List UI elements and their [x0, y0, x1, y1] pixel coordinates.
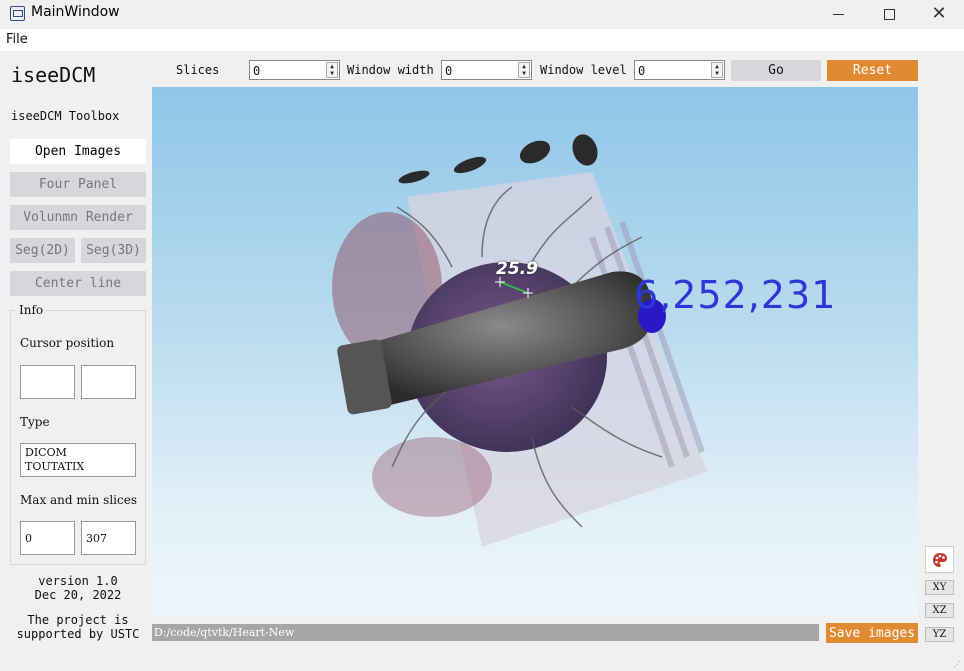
palette-icon [932, 552, 947, 567]
volume-rendering [332, 134, 707, 547]
render-viewport[interactable]: 25.9 6,252,231 [152, 87, 918, 616]
palette-button[interactable] [925, 546, 954, 573]
slices-label: Slices [176, 63, 220, 77]
maximize-button[interactable] [866, 0, 912, 28]
slices-value: 0 [253, 64, 261, 78]
title-bar: MainWindow ✕ [0, 0, 964, 28]
window-width-spinbox[interactable]: 0 ▲ ▼ [441, 60, 532, 80]
type-label: Type [20, 415, 50, 429]
maximize-icon [883, 8, 895, 20]
seg2d-button[interactable]: Seg(2D) [10, 238, 75, 263]
view-yz-button[interactable]: YZ [925, 627, 954, 642]
volume-render-button[interactable]: Volunmn Render [10, 205, 146, 230]
version-text: version 1.0 Dec 20, 2022 [34, 574, 122, 602]
center-line-button[interactable]: Center line [10, 271, 146, 296]
spin-arrows-icon[interactable]: ▲ ▼ [711, 62, 723, 78]
app-title: iseeDCM [11, 63, 96, 87]
view-xz-button[interactable]: XZ [925, 603, 954, 618]
minimize-button[interactable] [815, 0, 861, 28]
menu-bar: File [0, 29, 964, 51]
window-level-value: 0 [638, 64, 646, 78]
window-width-value: 0 [445, 64, 453, 78]
support-text: The project is supported by USTC [16, 613, 140, 641]
type-field[interactable]: DICOM TOUTATIX [20, 443, 136, 477]
toolbox-label: iseeDCM Toolbox [11, 109, 120, 123]
open-images-button[interactable]: Open Images [10, 139, 146, 164]
slices-range-label: Max and min slices [20, 493, 137, 507]
minimize-icon [832, 13, 844, 15]
spin-arrows-icon[interactable]: ▲ ▼ [326, 62, 338, 78]
tissue-region [372, 437, 492, 517]
close-icon: ✕ [931, 3, 947, 24]
menu-file[interactable]: File [6, 32, 28, 47]
close-button[interactable]: ✕ [916, 0, 962, 28]
four-panel-button[interactable]: Four Panel [10, 172, 146, 197]
go-button[interactable]: Go [731, 60, 821, 81]
resize-grip-icon[interactable]: ⋰ [953, 660, 962, 669]
cursor-y-field[interactable] [81, 365, 136, 399]
slices-spinbox[interactable]: 0 ▲ ▼ [249, 60, 340, 80]
max-slice-field[interactable]: 307 [81, 521, 136, 555]
cursor-x-field[interactable] [20, 365, 75, 399]
path-display: D:/code/qtvtk/Heart-New [152, 624, 819, 641]
spin-arrows-icon[interactable]: ▲ ▼ [518, 62, 530, 78]
measurement-label: 25.9 [496, 259, 538, 279]
min-slice-field[interactable]: 0 [20, 521, 75, 555]
app-icon [10, 6, 25, 21]
coordinate-readout: 6,252,231 [634, 273, 837, 317]
window-level-label: Window level [540, 63, 627, 77]
seg3d-button[interactable]: Seg(3D) [81, 238, 146, 263]
view-xy-button[interactable]: XY [925, 580, 954, 595]
reset-button[interactable]: Reset [827, 60, 918, 81]
save-images-button[interactable]: Save images [826, 623, 918, 643]
info-group-title: Info [17, 303, 46, 317]
window-title: MainWindow [31, 4, 120, 20]
window-width-label: Window width [347, 63, 434, 77]
cursor-position-label: Cursor position [20, 336, 115, 350]
window-level-spinbox[interactable]: 0 ▲ ▼ [634, 60, 725, 80]
